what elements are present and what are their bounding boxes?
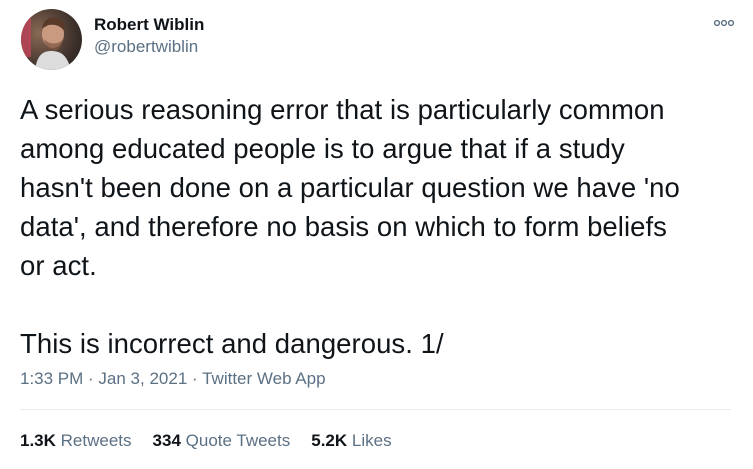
tweet-source[interactable]: Twitter Web App [202,369,325,388]
tweet-date[interactable]: Jan 3, 2021 [98,369,187,388]
tweet-text: A serious reasoning error that is partic… [20,94,680,359]
likes-label: Likes [351,431,392,450]
avatar[interactable] [21,9,82,70]
tweet-header: Robert Wiblin @robertwiblin [19,8,739,70]
profile-photo [21,9,82,70]
likes-stat[interactable]: 5.2K Likes [311,430,391,452]
more-options-icon[interactable] [713,16,735,28]
retweets-stat[interactable]: 1.3K Retweets [20,430,132,452]
user-handle[interactable]: @robertwiblin [94,36,204,57]
user-info: Robert Wiblin @robertwiblin [94,14,204,57]
quote-tweets-label: Quote Tweets [185,431,291,450]
retweets-label: Retweets [60,431,132,450]
meta-separator: · [83,369,99,388]
tweet-time[interactable]: 1:33 PM [20,369,83,388]
quote-tweets-stat[interactable]: 334 Quote Tweets [153,430,291,452]
divider [20,409,731,410]
display-name[interactable]: Robert Wiblin [94,14,204,35]
tweet-card: Robert Wiblin @robertwiblin A serious re… [0,0,753,469]
meta-separator-2: · [187,369,203,388]
likes-count: 5.2K [311,431,348,450]
tweet-stats: 1.3K Retweets 334 Quote Tweets 5.2K Likes [20,430,413,452]
tweet-meta: 1:33 PM · Jan 3, 2021 · Twitter Web App [20,368,326,390]
quote-tweets-count: 334 [152,431,181,450]
retweets-count: 1.3K [20,431,56,450]
